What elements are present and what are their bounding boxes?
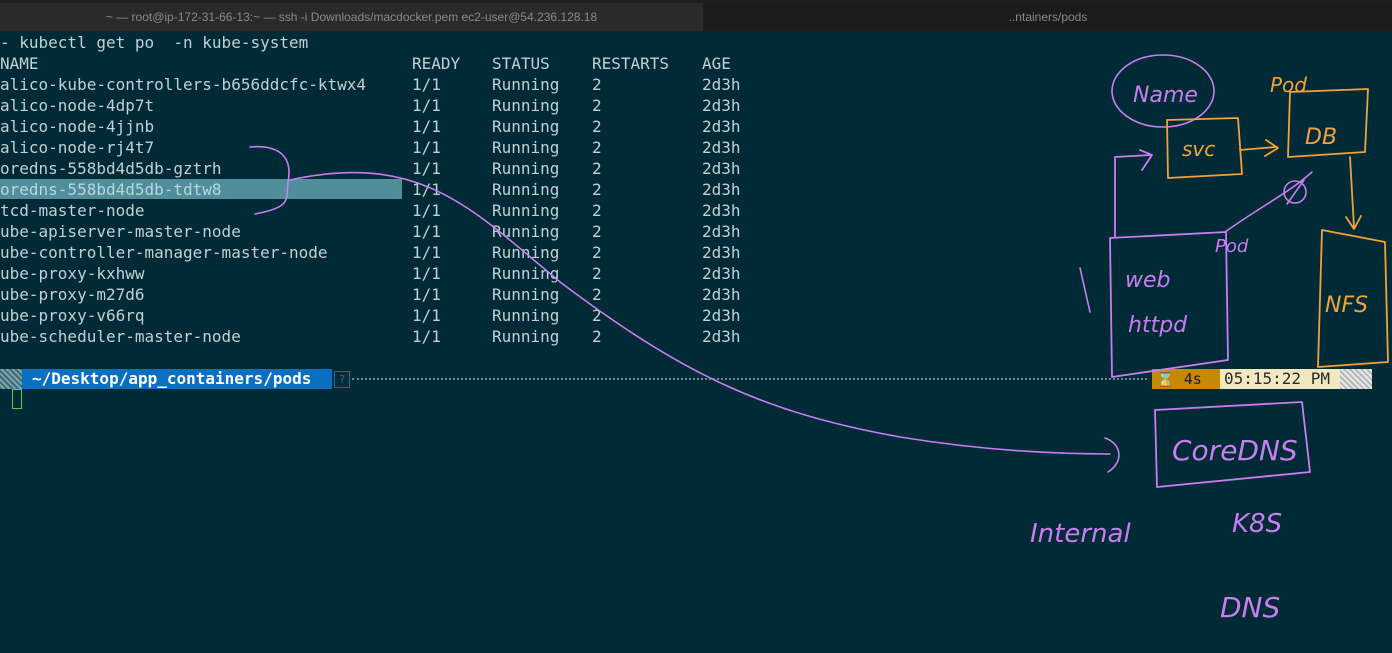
status-value: Running: [492, 306, 560, 325]
age-value: 2d3h: [702, 75, 741, 94]
restarts-value: 2: [592, 222, 602, 241]
tab-ssh-session[interactable]: ~ — root@ip-172-31-66-13:~ — ssh -i Down…: [0, 3, 703, 31]
pod-name: ube-proxy-m27d6: [0, 285, 145, 304]
header-restarts: RESTARTS: [592, 54, 670, 73]
clock-value: 05:15:22 PM: [1224, 369, 1330, 388]
status-value: Running: [492, 138, 560, 157]
prompt-filler-dots: [352, 378, 1147, 380]
pod-name: ube-apiserver-master-node: [0, 222, 241, 241]
tab-title: ..ntainers/pods: [1008, 10, 1088, 24]
status-value: Running: [492, 75, 560, 94]
pod-name: alico-node-4jjnb: [0, 117, 155, 136]
age-value: 2d3h: [702, 285, 741, 304]
age-value: 2d3h: [702, 159, 741, 178]
help-icon: ?: [334, 371, 350, 388]
status-value: Running: [492, 243, 560, 262]
restarts-value: 2: [592, 285, 602, 304]
age-value: 2d3h: [702, 180, 741, 199]
prompt-elapsed: ⌛ 4s: [1152, 369, 1220, 389]
ready-value: 1/1: [412, 201, 441, 220]
pod-name: oredns-558bd4d5db-gztrh: [0, 159, 222, 178]
age-value: 2d3h: [702, 306, 741, 325]
pod-name: alico-node-4dp7t: [0, 96, 155, 115]
restarts-value: 2: [592, 117, 602, 136]
restarts-value: 2: [592, 243, 602, 262]
ready-value: 1/1: [412, 138, 441, 157]
tab-pods[interactable]: ..ntainers/pods: [704, 3, 1392, 31]
pod-name: alico-kube-controllers-b656ddcfc-ktwx4: [0, 75, 367, 94]
prompt-path: ~/Desktop/app_containers/pods: [22, 369, 332, 389]
pod-name: ube-scheduler-master-node: [0, 327, 241, 346]
pod-name: oredns-558bd4d5db-tdtw8: [0, 180, 222, 199]
ready-value: 1/1: [412, 243, 441, 262]
restarts-value: 2: [592, 138, 602, 157]
age-value: 2d3h: [702, 264, 741, 283]
age-value: 2d3h: [702, 138, 741, 157]
elapsed-value: 4s: [1183, 370, 1202, 388]
ready-value: 1/1: [412, 285, 441, 304]
status-value: Running: [492, 264, 560, 283]
terminal-cursor: [12, 389, 22, 409]
ready-value: 1/1: [412, 75, 441, 94]
status-value: Running: [492, 201, 560, 220]
ready-value: 1/1: [412, 180, 441, 199]
restarts-value: 2: [592, 180, 602, 199]
status-value: Running: [492, 180, 560, 199]
age-value: 2d3h: [702, 117, 741, 136]
ready-value: 1/1: [412, 117, 441, 136]
ready-value: 1/1: [412, 306, 441, 325]
status-value: Running: [492, 222, 560, 241]
status-value: Running: [492, 117, 560, 136]
age-value: 2d3h: [702, 243, 741, 262]
header-status: STATUS: [492, 54, 550, 73]
restarts-value: 2: [592, 96, 602, 115]
table-header: NAME READY STATUS RESTARTS AGE: [0, 53, 731, 74]
ready-value: 1/1: [412, 159, 441, 178]
ready-value: 1/1: [412, 327, 441, 346]
tab-title: ~ — root@ip-172-31-66-13:~ — ssh -i Down…: [105, 10, 598, 24]
status-value: Running: [492, 327, 560, 346]
status-value: Running: [492, 285, 560, 304]
prompt-path-prefix: ~/Desktop/app_containers/: [32, 369, 273, 388]
restarts-value: 2: [592, 201, 602, 220]
header-ready: READY: [412, 54, 461, 73]
prompt-path-dir: pods: [272, 369, 312, 388]
restarts-value: 2: [592, 327, 602, 346]
pod-name: alico-node-rj4t7: [0, 138, 155, 157]
prompt-right-pattern: [1340, 369, 1372, 389]
restarts-value: 2: [592, 306, 602, 325]
restarts-value: 2: [592, 264, 602, 283]
title-bar: ~ — root@ip-172-31-66-13:~ — ssh -i Down…: [0, 0, 1392, 32]
prompt-bar: ~/Desktop/app_containers/pods ? ⌛ 4s 05:…: [0, 369, 1392, 389]
ready-value: 1/1: [412, 96, 441, 115]
restarts-value: 2: [592, 159, 602, 178]
terminal-pane[interactable]: - kubectl get po -n kube-system NAME REA…: [0, 32, 1392, 653]
age-value: 2d3h: [702, 201, 741, 220]
age-value: 2d3h: [702, 327, 741, 346]
header-age: AGE: [702, 54, 731, 73]
prompt-left-pattern: [0, 369, 22, 389]
age-value: 2d3h: [702, 96, 741, 115]
pod-name: ube-proxy-v66rq: [0, 306, 145, 325]
pod-name: ube-proxy-kxhww: [0, 264, 145, 283]
prompt-clock: 05:15:22 PM: [1220, 369, 1340, 389]
status-value: Running: [492, 96, 560, 115]
ready-value: 1/1: [412, 264, 441, 283]
pod-name: tcd-master-node: [0, 201, 145, 220]
restarts-value: 2: [592, 75, 602, 94]
command-text: - kubectl get po -n kube-system: [0, 33, 309, 52]
pod-name: ube-controller-manager-master-node: [0, 243, 328, 262]
ready-value: 1/1: [412, 222, 441, 241]
status-value: Running: [492, 159, 560, 178]
header-name: NAME: [0, 54, 39, 73]
age-value: 2d3h: [702, 222, 741, 241]
